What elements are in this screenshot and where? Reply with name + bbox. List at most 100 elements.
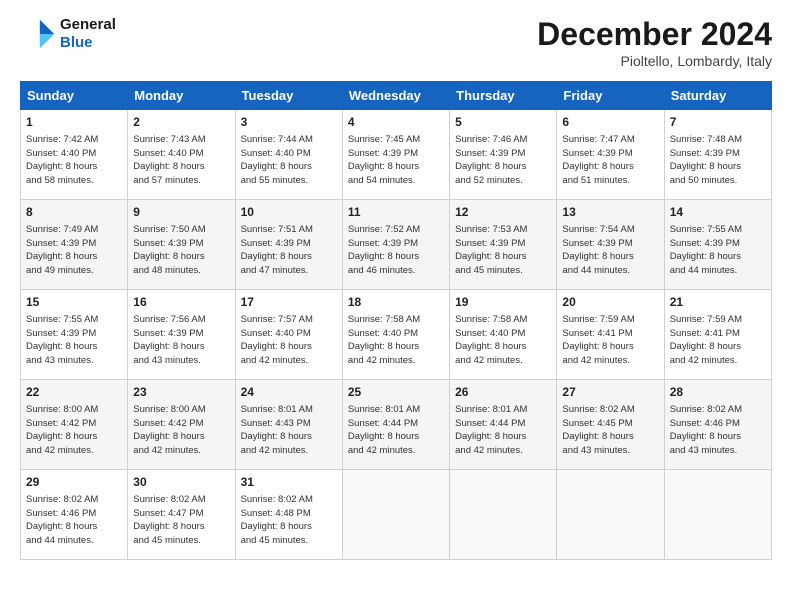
weekday-header-sunday: Sunday	[21, 82, 128, 110]
page: General Blue December 2024 Pioltello, Lo…	[0, 0, 792, 612]
logo: General Blue	[20, 16, 116, 52]
logo-text: General Blue	[60, 16, 116, 52]
day-info: Sunrise: 7:48 AM Sunset: 4:39 PM Dayligh…	[670, 133, 766, 188]
calendar-day-8: 8 Sunrise: 7:49 AM Sunset: 4:39 PM Daylig…	[21, 200, 128, 290]
calendar-day-27: 27Sunrise: 8:02 AM Sunset: 4:45 PM Dayli…	[557, 380, 664, 470]
calendar-day-16: 16 Sunrise: 7:56 AM Sunset: 4:39 PM Dayli…	[128, 290, 235, 380]
day-number: 16	[133, 294, 229, 311]
day-info: Sunrise: 8:02 AM Sunset: 4:46 PM Dayligh…	[26, 493, 122, 548]
day-number: 24	[241, 384, 337, 401]
day-info: Sunrise: 7:42 AM Sunset: 4:40 PM Dayligh…	[26, 133, 122, 188]
day-number: 5	[455, 114, 551, 131]
day-number: 27	[562, 384, 658, 401]
day-info: Sunrise: 8:02 AM Sunset: 4:47 PM Dayligh…	[133, 493, 229, 548]
day-number: 20	[562, 294, 658, 311]
day-number: 19	[455, 294, 551, 311]
day-number: 1	[26, 114, 122, 131]
day-info: Sunrise: 8:02 AM Sunset: 4:48 PM Dayligh…	[241, 493, 337, 548]
day-info: Sunrise: 8:00 AM Sunset: 4:42 PM Dayligh…	[26, 403, 122, 458]
day-info: Sunrise: 7:51 AM Sunset: 4:39 PM Dayligh…	[241, 223, 337, 278]
calendar-day-3: 3 Sunrise: 7:44 AM Sunset: 4:40 PM Daylig…	[235, 110, 342, 200]
day-number: 26	[455, 384, 551, 401]
day-info: Sunrise: 7:56 AM Sunset: 4:39 PM Dayligh…	[133, 313, 229, 368]
calendar-day-19: 19Sunrise: 7:58 AM Sunset: 4:40 PM Dayli…	[450, 290, 557, 380]
calendar-day-14: 14Sunrise: 7:55 AM Sunset: 4:39 PM Dayli…	[664, 200, 771, 290]
empty-cell	[342, 470, 449, 560]
day-info: Sunrise: 7:53 AM Sunset: 4:39 PM Dayligh…	[455, 223, 551, 278]
day-info: Sunrise: 7:55 AM Sunset: 4:39 PM Dayligh…	[26, 313, 122, 368]
logo-icon	[20, 16, 56, 52]
day-info: Sunrise: 8:01 AM Sunset: 4:44 PM Dayligh…	[455, 403, 551, 458]
calendar-day-9: 9 Sunrise: 7:50 AM Sunset: 4:39 PM Daylig…	[128, 200, 235, 290]
day-number: 31	[241, 474, 337, 491]
day-number: 18	[348, 294, 444, 311]
calendar-day-29: 29 Sunrise: 8:02 AM Sunset: 4:46 PM Dayli…	[21, 470, 128, 560]
day-info: Sunrise: 7:59 AM Sunset: 4:41 PM Dayligh…	[562, 313, 658, 368]
day-info: Sunrise: 8:01 AM Sunset: 4:43 PM Dayligh…	[241, 403, 337, 458]
calendar-day-15: 15 Sunrise: 7:55 AM Sunset: 4:39 PM Dayli…	[21, 290, 128, 380]
calendar-day-23: 23 Sunrise: 8:00 AM Sunset: 4:42 PM Dayli…	[128, 380, 235, 470]
calendar-week-4: 22 Sunrise: 8:00 AM Sunset: 4:42 PM Dayli…	[21, 380, 772, 470]
location: Pioltello, Lombardy, Italy	[537, 53, 772, 69]
weekday-header-wednesday: Wednesday	[342, 82, 449, 110]
day-number: 7	[670, 114, 766, 131]
calendar-day-22: 22 Sunrise: 8:00 AM Sunset: 4:42 PM Dayli…	[21, 380, 128, 470]
calendar-day-1: 1 Sunrise: 7:42 AM Sunset: 4:40 PM Daylig…	[21, 110, 128, 200]
calendar-day-12: 12Sunrise: 7:53 AM Sunset: 4:39 PM Dayli…	[450, 200, 557, 290]
calendar-day-17: 17 Sunrise: 7:57 AM Sunset: 4:40 PM Dayli…	[235, 290, 342, 380]
day-info: Sunrise: 7:54 AM Sunset: 4:39 PM Dayligh…	[562, 223, 658, 278]
month-title: December 2024	[537, 16, 772, 53]
calendar-table: SundayMondayTuesdayWednesdayThursdayFrid…	[20, 81, 772, 560]
calendar-day-31: 31 Sunrise: 8:02 AM Sunset: 4:48 PM Dayli…	[235, 470, 342, 560]
calendar-day-24: 24 Sunrise: 8:01 AM Sunset: 4:43 PM Dayli…	[235, 380, 342, 470]
day-number: 9	[133, 204, 229, 221]
calendar-day-5: 5 Sunrise: 7:46 AM Sunset: 4:39 PM Daylig…	[450, 110, 557, 200]
day-number: 8	[26, 204, 122, 221]
day-number: 21	[670, 294, 766, 311]
day-info: Sunrise: 7:45 AM Sunset: 4:39 PM Dayligh…	[348, 133, 444, 188]
calendar-day-28: 28Sunrise: 8:02 AM Sunset: 4:46 PM Dayli…	[664, 380, 771, 470]
day-info: Sunrise: 7:58 AM Sunset: 4:40 PM Dayligh…	[348, 313, 444, 368]
day-info: Sunrise: 8:00 AM Sunset: 4:42 PM Dayligh…	[133, 403, 229, 458]
day-number: 22	[26, 384, 122, 401]
weekday-header-thursday: Thursday	[450, 82, 557, 110]
calendar-day-26: 26 Sunrise: 8:01 AM Sunset: 4:44 PM Dayli…	[450, 380, 557, 470]
day-number: 29	[26, 474, 122, 491]
day-info: Sunrise: 7:46 AM Sunset: 4:39 PM Dayligh…	[455, 133, 551, 188]
calendar-week-2: 8 Sunrise: 7:49 AM Sunset: 4:39 PM Daylig…	[21, 200, 772, 290]
day-number: 11	[348, 204, 444, 221]
day-info: Sunrise: 7:44 AM Sunset: 4:40 PM Dayligh…	[241, 133, 337, 188]
calendar-week-3: 15 Sunrise: 7:55 AM Sunset: 4:39 PM Dayli…	[21, 290, 772, 380]
calendar-day-25: 25Sunrise: 8:01 AM Sunset: 4:44 PM Dayli…	[342, 380, 449, 470]
day-info: Sunrise: 7:57 AM Sunset: 4:40 PM Dayligh…	[241, 313, 337, 368]
day-info: Sunrise: 7:49 AM Sunset: 4:39 PM Dayligh…	[26, 223, 122, 278]
day-number: 3	[241, 114, 337, 131]
calendar-day-6: 6Sunrise: 7:47 AM Sunset: 4:39 PM Daylig…	[557, 110, 664, 200]
empty-cell	[450, 470, 557, 560]
day-number: 2	[133, 114, 229, 131]
calendar-day-30: 30Sunrise: 8:02 AM Sunset: 4:47 PM Dayli…	[128, 470, 235, 560]
day-info: Sunrise: 7:47 AM Sunset: 4:39 PM Dayligh…	[562, 133, 658, 188]
day-info: Sunrise: 7:52 AM Sunset: 4:39 PM Dayligh…	[348, 223, 444, 278]
day-info: Sunrise: 7:55 AM Sunset: 4:39 PM Dayligh…	[670, 223, 766, 278]
day-number: 23	[133, 384, 229, 401]
calendar-day-18: 18 Sunrise: 7:58 AM Sunset: 4:40 PM Dayli…	[342, 290, 449, 380]
day-info: Sunrise: 7:50 AM Sunset: 4:39 PM Dayligh…	[133, 223, 229, 278]
day-number: 15	[26, 294, 122, 311]
calendar-day-21: 21Sunrise: 7:59 AM Sunset: 4:41 PM Dayli…	[664, 290, 771, 380]
weekday-header-tuesday: Tuesday	[235, 82, 342, 110]
calendar-day-4: 4 Sunrise: 7:45 AM Sunset: 4:39 PM Daylig…	[342, 110, 449, 200]
day-number: 17	[241, 294, 337, 311]
day-number: 13	[562, 204, 658, 221]
day-number: 25	[348, 384, 444, 401]
weekday-header-monday: Monday	[128, 82, 235, 110]
calendar-week-1: 1 Sunrise: 7:42 AM Sunset: 4:40 PM Daylig…	[21, 110, 772, 200]
calendar-day-20: 20 Sunrise: 7:59 AM Sunset: 4:41 PM Dayli…	[557, 290, 664, 380]
day-number: 4	[348, 114, 444, 131]
weekday-header-saturday: Saturday	[664, 82, 771, 110]
day-number: 28	[670, 384, 766, 401]
title-block: December 2024 Pioltello, Lombardy, Italy	[537, 16, 772, 69]
calendar-day-11: 11 Sunrise: 7:52 AM Sunset: 4:39 PM Dayli…	[342, 200, 449, 290]
day-info: Sunrise: 7:43 AM Sunset: 4:40 PM Dayligh…	[133, 133, 229, 188]
calendar-day-10: 10Sunrise: 7:51 AM Sunset: 4:39 PM Dayli…	[235, 200, 342, 290]
